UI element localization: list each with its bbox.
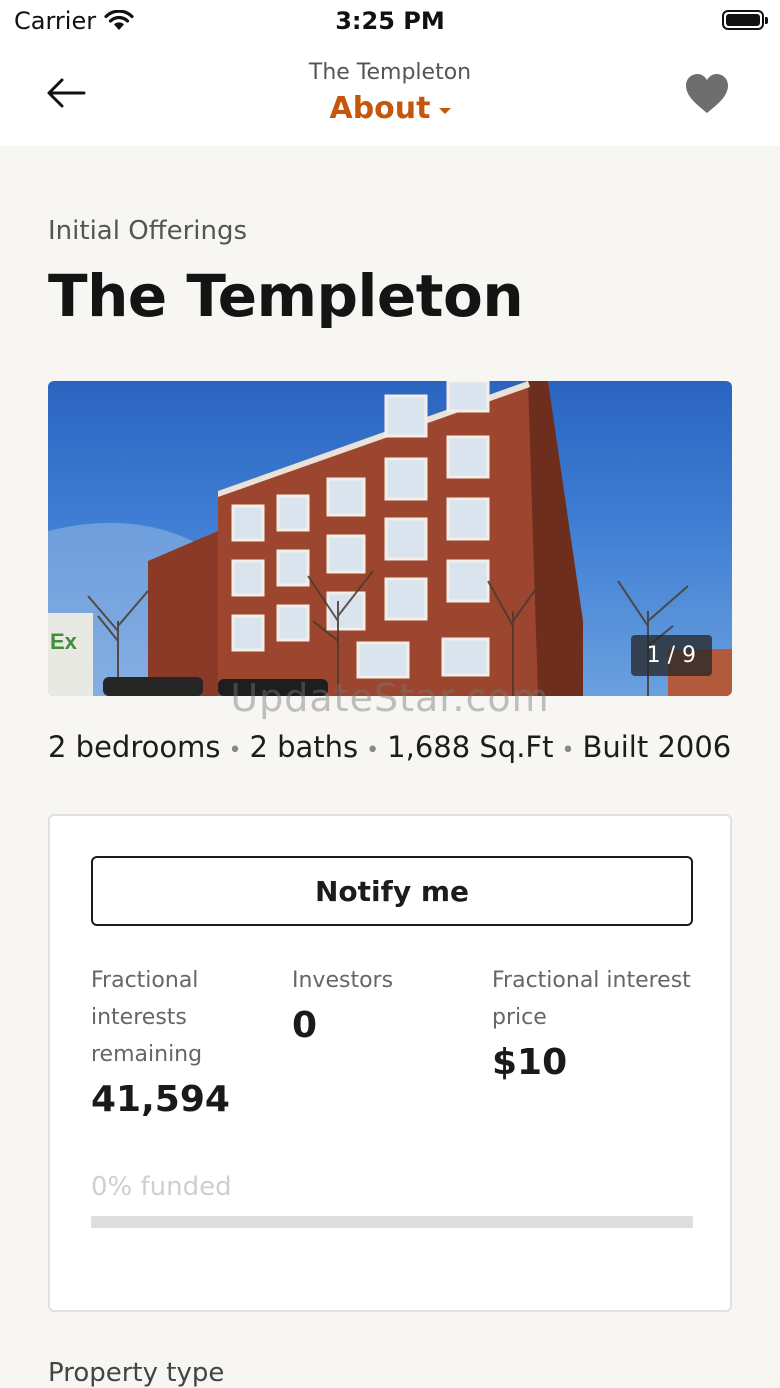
building-illustration: Ex [48, 381, 732, 696]
heart-icon [686, 74, 728, 113]
stat-label: Fractional interest price [492, 968, 691, 1030]
svg-text:Ex: Ex [50, 629, 78, 654]
baths-fact: 2 baths [249, 730, 359, 764]
battery-icon [722, 10, 768, 30]
favorite-button[interactable] [684, 72, 730, 116]
separator-dot: • [366, 738, 380, 763]
year-built-fact: Built 2006 [582, 730, 732, 764]
photo-counter: 1 / 9 [630, 635, 712, 676]
status-bar: Carrier 3:25 PM [0, 0, 780, 44]
notify-me-button[interactable]: Notify me [91, 856, 693, 926]
separator-dot: • [228, 738, 242, 763]
separator-dot: • [561, 738, 575, 763]
caret-down-icon [438, 107, 451, 114]
property-photo[interactable]: Ex 1 / 9 [48, 381, 732, 696]
section-dropdown[interactable]: About [329, 91, 451, 126]
nav-bar: The Templeton About [0, 44, 780, 146]
funding-progress-bar [91, 1216, 693, 1228]
property-facts: 2 bedrooms • 2 baths • 1,688 Sq.Ft • Built 200… [48, 730, 731, 764]
stat-investors: Investors 0 [292, 962, 472, 1046]
page-title: The Templeton [48, 262, 524, 330]
funded-label: 0% funded [91, 1172, 232, 1202]
stat-value: $10 [492, 1042, 568, 1083]
sqft-fact: 1,688 Sq.Ft [387, 730, 554, 764]
nav-subtitle: The Templeton [308, 60, 472, 85]
property-type-heading: Property type [48, 1358, 225, 1388]
stat-label: Fractional interests remaining [91, 968, 203, 1067]
status-time: 3:25 PM [335, 7, 445, 35]
watermark: UpdateStar.com [230, 676, 550, 720]
offering-category: Initial Offerings [48, 216, 248, 246]
section-dropdown-label: About [329, 91, 431, 126]
stat-interest-price: Fractional interest price $10 [492, 962, 702, 1083]
stat-value: 41,594 [91, 1079, 230, 1120]
stat-interests-remaining: Fractional interests remaining 41,594 [91, 962, 271, 1120]
offering-card: Notify me Fractional interests remaining… [48, 814, 732, 1312]
stat-value: 0 [292, 1005, 318, 1046]
bedrooms-fact: 2 bedrooms [48, 730, 221, 764]
stat-label: Investors [292, 968, 394, 993]
nav-title-group: The Templeton About [0, 60, 780, 126]
